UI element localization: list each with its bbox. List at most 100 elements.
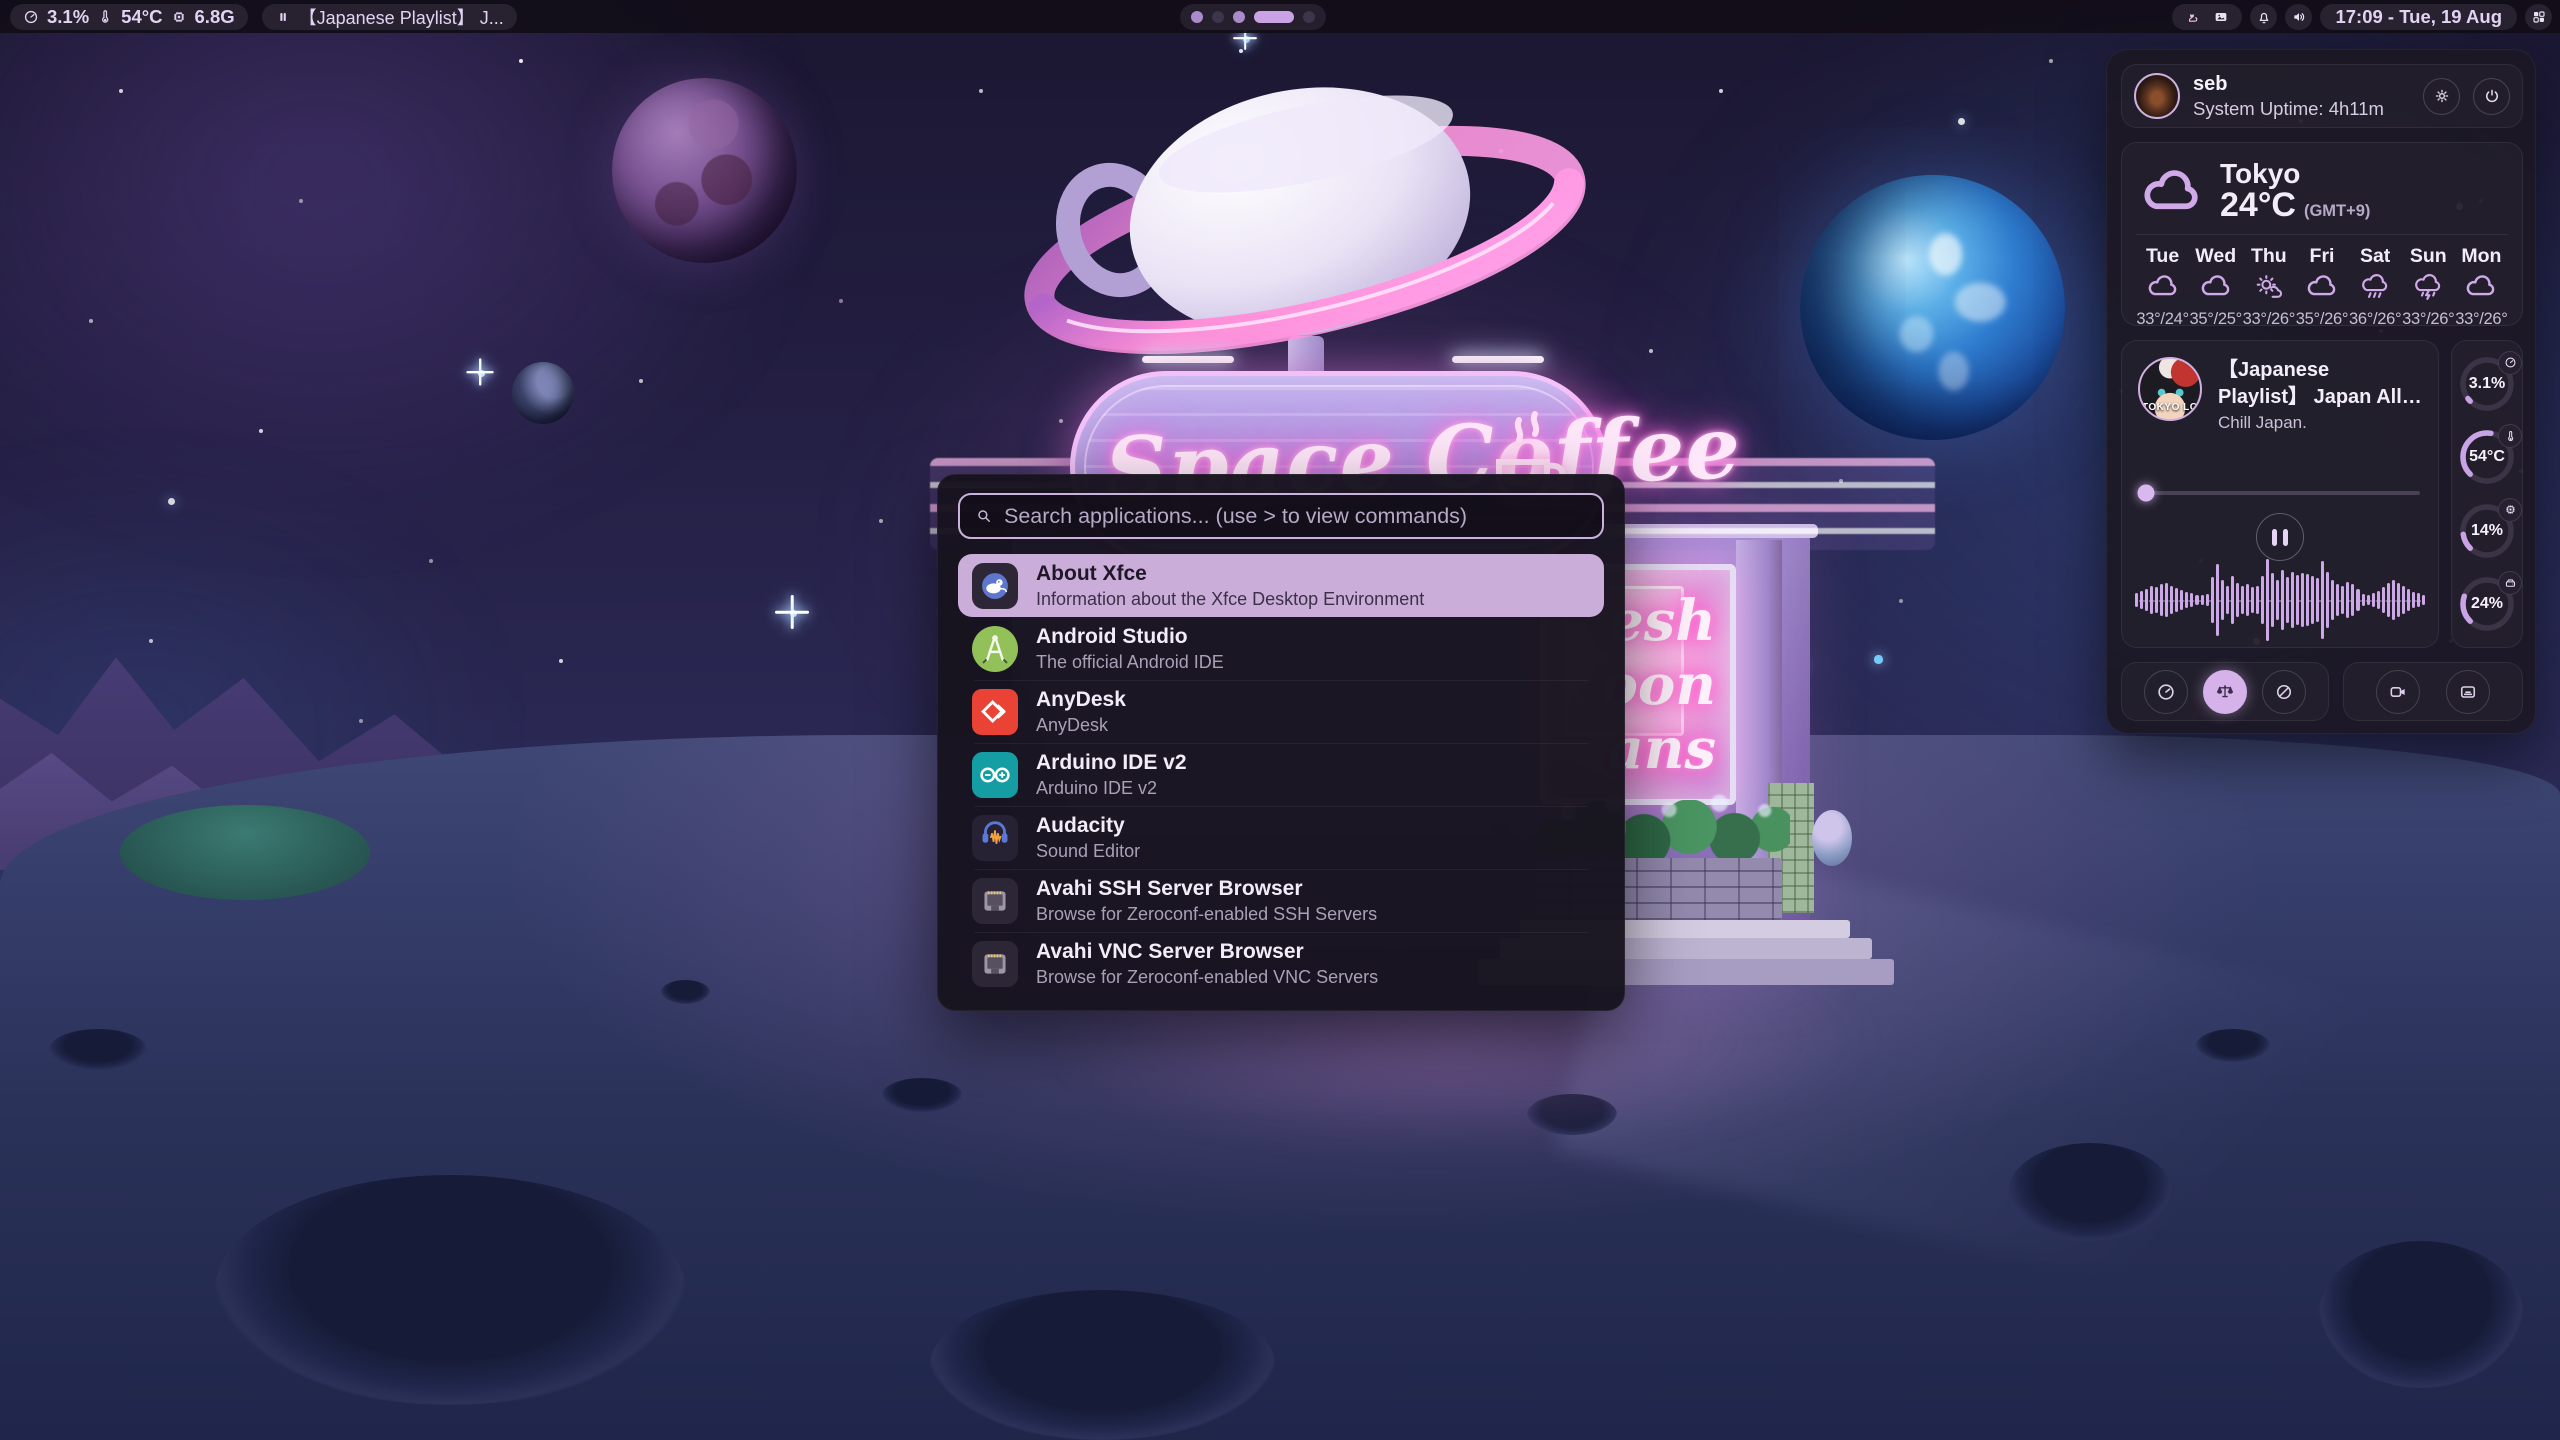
music-player-card: TOKYO LO 【Japanese Playlist】 Japan All N… — [2121, 340, 2439, 648]
gauge-icon — [2498, 351, 2522, 375]
balanced-toggle-button[interactable] — [2203, 670, 2247, 714]
visualizer-bar — [2377, 591, 2380, 609]
day-temps: 33°/26° — [2455, 310, 2507, 329]
workspace-switcher[interactable] — [1180, 4, 1326, 30]
bell-icon — [2256, 9, 2272, 25]
app-row[interactable]: Avahi VNC Server BrowserBrowse for Zeroc… — [958, 932, 1604, 995]
workspace-dot-off[interactable] — [1212, 11, 1224, 23]
visualizer-bar — [2135, 593, 2138, 607]
visualizer-bar — [2140, 591, 2143, 609]
xfce-app-icon — [972, 563, 1018, 609]
system-stats-pill[interactable]: 3.1% 54°C 6.8G — [10, 4, 248, 30]
performance-toggle-button[interactable] — [2144, 670, 2188, 714]
search-input[interactable] — [1004, 504, 1587, 529]
visualizer-bar — [2356, 589, 2359, 612]
forecast-day: Sun 33°/26° — [2402, 245, 2455, 329]
app-row[interactable]: AudacitySound Editor — [958, 806, 1604, 869]
settings-button[interactable] — [2423, 78, 2460, 115]
seek-thumb[interactable] — [2137, 485, 2154, 502]
sign-light-tube — [1142, 356, 1234, 363]
visualizer-bar — [2246, 584, 2249, 616]
disk-icon — [2498, 571, 2522, 595]
system-gauge: 54°C — [2458, 428, 2516, 486]
visualizer-bar — [2206, 594, 2209, 606]
cloud-weather-icon — [2305, 273, 2339, 305]
workspace-dot-on[interactable] — [1233, 11, 1245, 23]
volume-button[interactable] — [2285, 4, 2312, 30]
visualizer-bar — [2301, 573, 2304, 626]
avatar[interactable] — [2134, 73, 2180, 119]
screenshot-button[interactable] — [2446, 670, 2490, 714]
app-title: Avahi VNC Server Browser — [1036, 940, 1378, 964]
saturn-coffee-cup — [1010, 80, 1600, 400]
purple-planet — [612, 78, 797, 263]
cat-tray-icon[interactable] — [2185, 9, 2201, 25]
app-row[interactable]: Avahi SSH Server BrowserBrowse for Zeroc… — [958, 869, 1604, 932]
track-artist: Chill Japan. — [2218, 413, 2424, 433]
arduino-app-icon — [972, 752, 1018, 798]
power-icon — [2483, 87, 2501, 105]
tray-pill — [2172, 4, 2242, 30]
app-title: Audacity — [1036, 814, 1140, 838]
day-temps: 33°/26° — [2402, 310, 2454, 329]
system-gauges-card: 3.1%54°C14%24% — [2451, 340, 2523, 648]
earth-planet — [1800, 175, 2065, 440]
visualizer-bar — [2291, 572, 2294, 628]
clock-pill[interactable]: 17:09 - Tue, 19 Aug — [2320, 4, 2517, 30]
day-label: Fri — [2310, 245, 2335, 268]
album-art[interactable]: TOKYO LO — [2138, 357, 2202, 421]
screen-record-button[interactable] — [2376, 670, 2420, 714]
notifications-button[interactable] — [2250, 4, 2277, 30]
visualizer-bar — [2180, 590, 2183, 610]
visualizer-bar — [2306, 574, 2309, 626]
system-gauge: 24% — [2458, 575, 2516, 633]
app-row[interactable]: AnyDeskAnyDesk — [958, 680, 1604, 743]
top-panel: 3.1% 54°C 6.8G 【Japanese Playlist】 J... — [0, 0, 2560, 33]
media-pill[interactable]: 【Japanese Playlist】 J... — [262, 4, 517, 30]
audacity-app-icon — [972, 815, 1018, 861]
album-caption: TOKYO LO — [2140, 402, 2200, 413]
forecast-day: Tue33°/24° — [2136, 245, 2189, 329]
workspace-dot-off[interactable] — [1303, 11, 1315, 23]
cpu-gauge-icon — [23, 9, 39, 25]
crater — [2196, 1029, 2270, 1062]
app-row[interactable]: Arduino IDE v2Arduino IDE v2 — [958, 743, 1604, 806]
grid-icon — [2531, 9, 2547, 25]
forecast-day: Mon33°/26° — [2455, 245, 2508, 329]
day-temps: 35°/25° — [2190, 310, 2242, 329]
app-row[interactable]: Android StudioThe official Android IDE — [958, 617, 1604, 680]
day-temps: 35°/26° — [2296, 310, 2348, 329]
powersave-toggle-button[interactable] — [2262, 670, 2306, 714]
workspace-dot-on[interactable] — [1191, 11, 1203, 23]
visualizer-bar — [2351, 584, 2354, 616]
day-temps: 36°/26° — [2349, 310, 2401, 329]
cpu-temp: 54°C — [121, 6, 162, 28]
visualizer-bar — [2145, 589, 2148, 612]
app-title: Android Studio — [1036, 625, 1224, 649]
visualizer-bar — [2407, 589, 2410, 612]
play-pause-button[interactable] — [2256, 513, 2304, 561]
power-button[interactable] — [2473, 78, 2510, 115]
network-app-icon — [972, 941, 1018, 987]
crater — [930, 1290, 1275, 1440]
screenshot-tray-icon[interactable] — [2213, 9, 2229, 25]
app-row[interactable]: About XfceInformation about the Xfce Des… — [958, 554, 1604, 617]
system-gauge: 3.1% — [2458, 355, 2516, 413]
workspace-dot-active[interactable] — [1254, 11, 1294, 23]
pause-icon — [275, 9, 291, 25]
memory-chip-icon — [171, 9, 187, 25]
crater — [215, 1175, 685, 1405]
crater — [882, 1078, 962, 1112]
weather-cloud-icon — [2140, 168, 2204, 216]
teal-hill — [120, 805, 370, 900]
app-grid-button[interactable] — [2525, 4, 2552, 30]
visualizer-bar — [2367, 595, 2370, 606]
thermo-icon — [2498, 424, 2522, 448]
day-label: Sun — [2410, 245, 2447, 268]
forecast-day: Thu33°/26° — [2242, 245, 2295, 329]
visualizer-bar — [2316, 578, 2319, 622]
visualizer-bar — [2326, 572, 2329, 628]
seek-bar[interactable] — [2140, 491, 2420, 495]
search-box[interactable] — [958, 493, 1604, 539]
app-description: Information about the Xfce Desktop Envir… — [1036, 589, 1424, 610]
